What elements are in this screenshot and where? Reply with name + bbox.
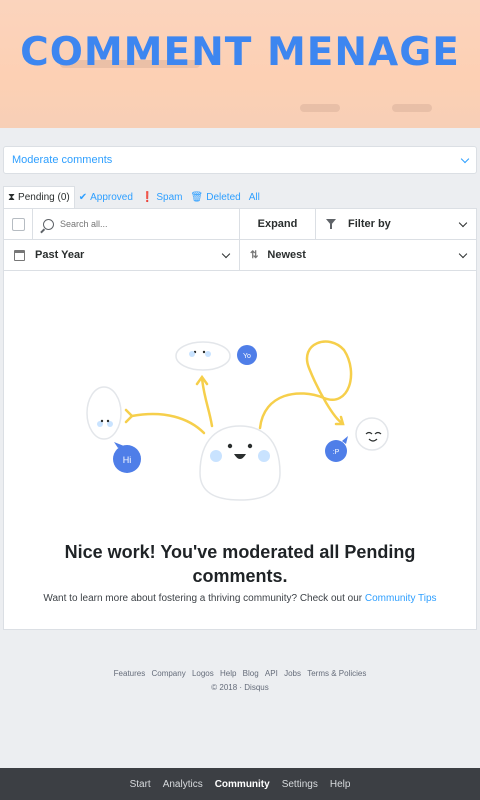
filter-label: Filter by <box>348 218 391 230</box>
banner-title: COMMENT MENAGE <box>20 30 460 75</box>
period-dropdown[interactable]: Past Year <box>4 240 240 270</box>
tab-spam[interactable]: ❗ Spam <box>137 186 187 208</box>
chevron-down-icon <box>458 249 468 258</box>
empty-subtitle-text: Want to learn more about fostering a thr… <box>43 593 363 604</box>
calendar-icon <box>14 249 25 261</box>
sort-dropdown[interactable]: ⇅ Newest <box>240 240 476 270</box>
empty-state-title: Nice work! You've moderated all Pending … <box>0 540 480 588</box>
filter-dropdown[interactable]: Filter by <box>316 209 476 239</box>
nav-item-settings[interactable]: Settings <box>282 779 318 790</box>
select-all-cell <box>4 209 33 239</box>
tab-label: Approved <box>90 191 133 203</box>
tab-pending[interactable]: ⧗ Pending (0) <box>3 186 75 208</box>
copyright: © 2018 · Disqus <box>211 683 269 692</box>
tab-deleted[interactable]: 🗑 Deleted <box>187 186 245 208</box>
chevron-down-icon <box>458 218 468 227</box>
nav-item-help[interactable]: Help <box>330 779 351 790</box>
header-banner: COMMENT MENAGE <box>0 0 480 128</box>
hourglass-icon: ⧗ <box>8 192 16 203</box>
banner-ghost-text <box>392 104 432 112</box>
alert-icon: ❗ <box>140 191 154 203</box>
empty-title-line: Nice work! You've moderated all Pending <box>64 542 416 562</box>
sort-label: Newest <box>267 249 306 261</box>
dropdown-label: Moderate comments <box>12 154 113 166</box>
footer-link[interactable]: Logos <box>192 669 214 678</box>
check-icon: ✔ <box>78 191 88 203</box>
expand-label: Expand <box>257 218 298 230</box>
search-box <box>33 209 240 239</box>
banner-ghost-text <box>300 104 340 112</box>
footer-link[interactable]: Help <box>220 669 236 678</box>
search-input[interactable] <box>60 219 210 229</box>
period-label: Past Year <box>35 249 85 261</box>
moderate-comments-dropdown[interactable]: Moderate comments <box>3 146 477 174</box>
trash-icon: 🗑 <box>190 191 204 203</box>
floating-ghost <box>175 341 231 371</box>
bottom-nav: Start Analytics Community Settings Help <box>0 768 480 800</box>
footer-link[interactable]: Features <box>114 669 146 678</box>
footer-link[interactable]: Terms & Policies <box>307 669 366 678</box>
select-all-checkbox[interactable] <box>11 217 25 231</box>
chevron-down-icon <box>460 154 470 163</box>
search-icon <box>43 218 54 230</box>
nav-item-community[interactable]: Community <box>215 779 270 790</box>
expand-button[interactable]: Expand <box>240 209 316 239</box>
bubble-text: Hi <box>123 455 132 465</box>
community-tips-link[interactable]: Community Tips <box>365 593 437 604</box>
tab-all[interactable]: All <box>245 186 264 208</box>
tab-label: All <box>248 191 260 203</box>
tab-label: Spam <box>156 191 183 203</box>
nav-item-analytics[interactable]: Analytics <box>163 779 203 790</box>
sort-row: Past Year ⇅ Newest <box>4 240 476 271</box>
tab-label: Deleted <box>206 191 241 203</box>
footer-link[interactable]: Company <box>151 669 185 678</box>
footer-link[interactable]: Jobs <box>284 669 301 678</box>
bubble-text: :P <box>333 449 340 456</box>
empty-state-subtitle: Want to learn more about fostering a thr… <box>0 593 480 604</box>
small-ghost <box>86 386 122 440</box>
footer-link[interactable]: API <box>265 669 278 678</box>
empty-state-illustration: Hi Yo :P <box>86 340 389 501</box>
tab-approved[interactable]: ✔ Approved <box>75 186 137 208</box>
filter-icon <box>326 219 336 229</box>
status-tabs: ⧗ Pending (0) ✔ Approved ❗ Spam 🗑 Delete… <box>3 186 264 208</box>
nav-item-start[interactable]: Start <box>130 779 151 790</box>
chevron-down-icon <box>221 249 231 258</box>
main-ghost <box>199 425 281 501</box>
bubble-text: Yo <box>243 353 251 360</box>
tab-label: Pending (0) <box>18 192 70 203</box>
footer-link[interactable]: Blog <box>243 669 259 678</box>
sort-icon: ⇅ <box>250 249 258 261</box>
empty-title-line: comments. <box>192 566 288 586</box>
toolbar-row: Expand Filter by <box>4 209 476 240</box>
footer-links: Features Company Logos Help Blog API Job… <box>0 669 480 678</box>
